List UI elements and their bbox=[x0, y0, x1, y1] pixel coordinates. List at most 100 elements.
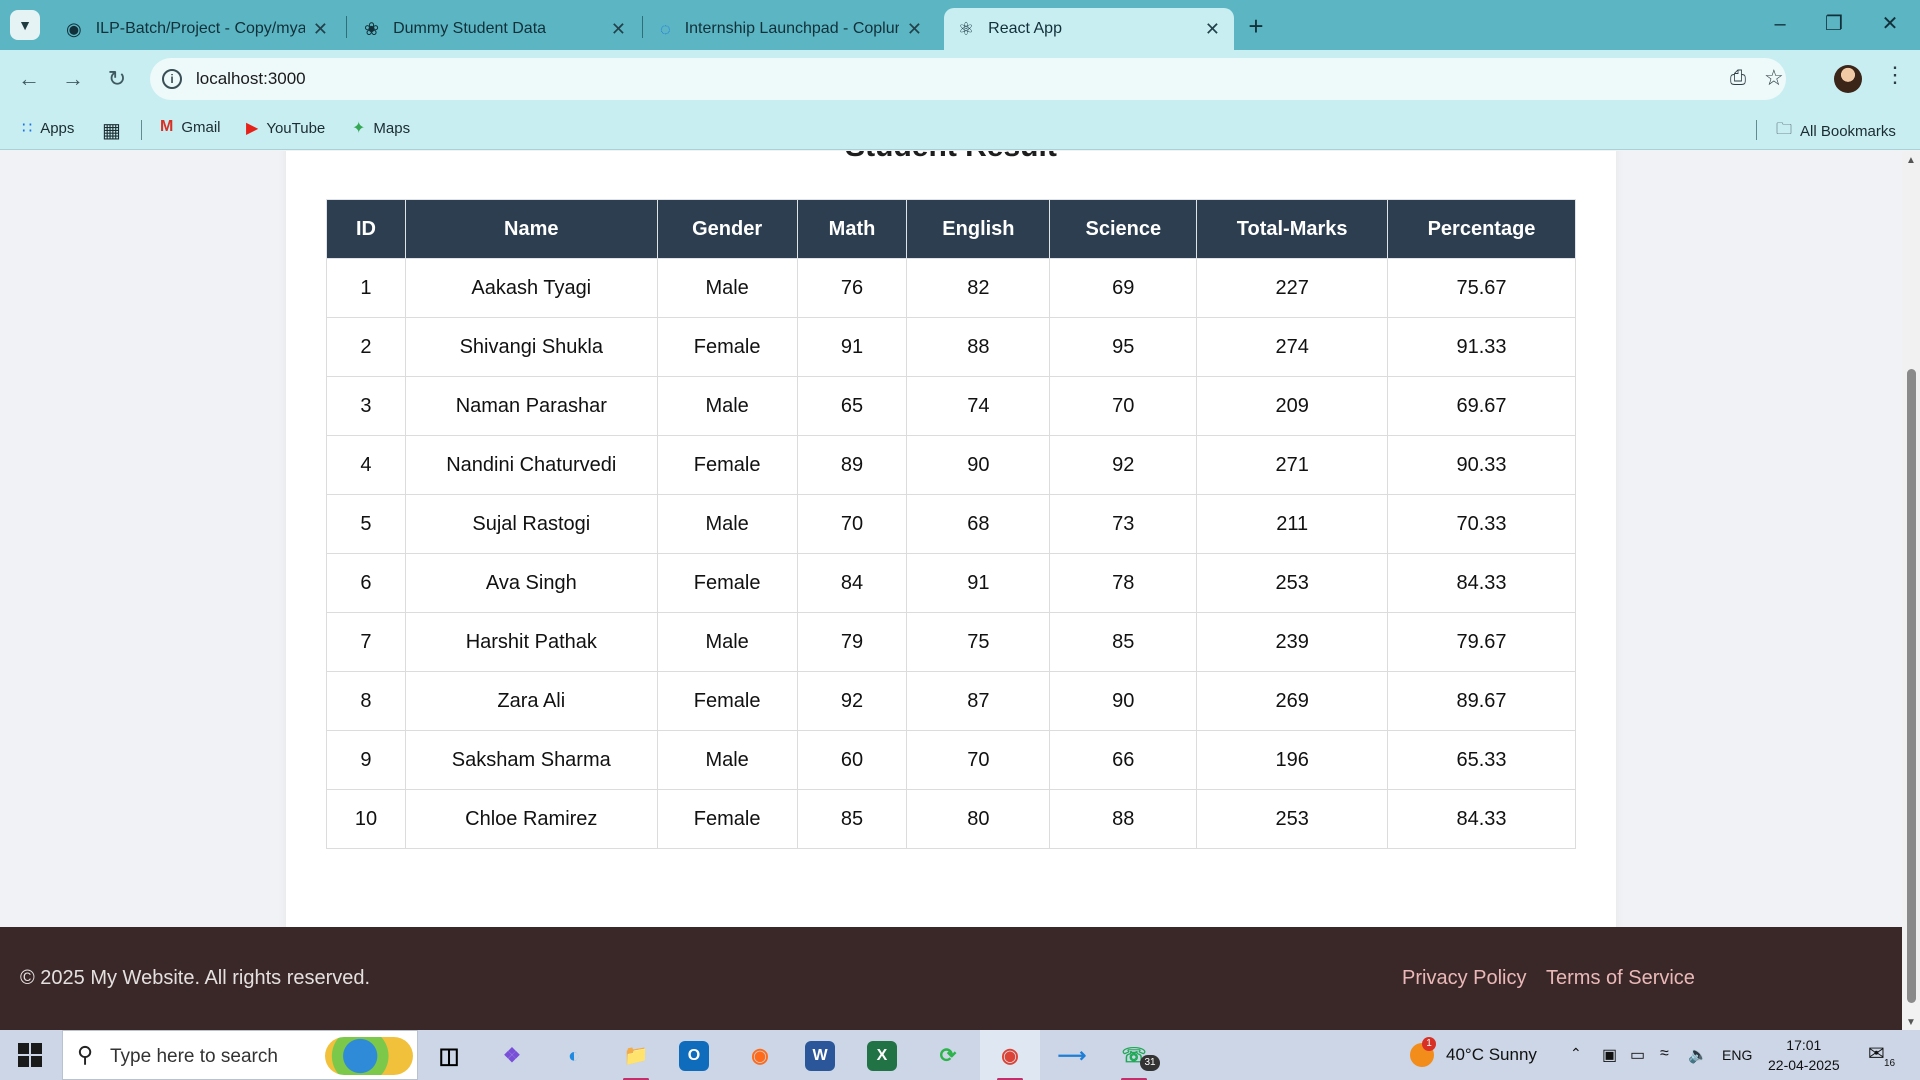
menu-dots-icon[interactable]: ⋮ bbox=[1884, 62, 1906, 88]
terms-of-service-link[interactable]: Terms of Service bbox=[1546, 967, 1695, 990]
table-cell: 65 bbox=[796, 376, 908, 436]
column-header-gender: Gender bbox=[656, 199, 798, 259]
table-cell: 9 bbox=[326, 730, 406, 790]
close-window-button[interactable]: ✕ bbox=[1862, 4, 1918, 44]
volume-icon[interactable]: 🔈 bbox=[1688, 1045, 1708, 1065]
table-cell: 211 bbox=[1196, 494, 1389, 554]
table-cell: 209 bbox=[1196, 376, 1389, 436]
bookmark-maps[interactable]: ✦ Maps bbox=[352, 118, 410, 138]
show-hidden-icons[interactable]: ⌃ bbox=[1570, 1045, 1582, 1062]
table-cell: Female bbox=[656, 435, 798, 495]
notification-count: 16 bbox=[1884, 1058, 1896, 1069]
table-cell: 95 bbox=[1049, 317, 1198, 377]
word-icon[interactable]: W bbox=[805, 1041, 835, 1071]
outlook-icon[interactable]: O bbox=[679, 1041, 709, 1071]
restore-button[interactable]: ❐ bbox=[1806, 4, 1862, 44]
table-cell: Female bbox=[656, 553, 798, 613]
meet-now-icon[interactable]: ▣ bbox=[1602, 1045, 1617, 1065]
column-header-name: Name bbox=[404, 199, 658, 259]
firefox-icon[interactable]: ◉ bbox=[741, 1037, 779, 1075]
refresh-app-icon[interactable]: ⟳ bbox=[929, 1037, 967, 1075]
tab-title: Internship Launchpad - Coplur bbox=[684, 20, 899, 37]
bookmark-star-icon[interactable]: ☆ bbox=[1764, 65, 1784, 91]
excel-icon[interactable]: X bbox=[867, 1041, 897, 1071]
task-view-icon[interactable]: ◫ bbox=[430, 1037, 468, 1075]
table-cell: 79 bbox=[796, 612, 908, 672]
install-app-icon[interactable]: ⎙ bbox=[1730, 67, 1746, 90]
tab-internship-launchpad[interactable]: ◌ Internship Launchpad - Coplur ✕ bbox=[646, 8, 936, 50]
taskbar-search-box[interactable]: ⚲ Type here to search bbox=[62, 1030, 418, 1080]
browser-toolbar: ← → ↻ i localhost:3000 ⎙ ☆ ⋮ bbox=[0, 50, 1920, 108]
bookmark-separator bbox=[1756, 120, 1757, 140]
new-tab-button[interactable]: + bbox=[1240, 10, 1272, 42]
youtube-icon: ▶ bbox=[246, 120, 259, 137]
tab-separator bbox=[346, 16, 347, 38]
tab-github[interactable]: ◉ ILP-Batch/Project - Copy/myapp ✕ bbox=[52, 8, 342, 50]
minimize-button[interactable]: – bbox=[1752, 4, 1808, 44]
profile-avatar[interactable] bbox=[1834, 65, 1862, 93]
table-cell: 84.33 bbox=[1387, 553, 1576, 613]
windows-start-button[interactable] bbox=[18, 1043, 42, 1067]
scrollbar-thumb[interactable] bbox=[1907, 369, 1916, 1003]
vscode-icon[interactable]: ⟶ bbox=[1053, 1037, 1091, 1075]
notifications-icon[interactable]: ✉ bbox=[1868, 1041, 1885, 1066]
table-cell: 66 bbox=[1049, 730, 1198, 790]
url-text[interactable]: localhost:3000 bbox=[196, 69, 306, 89]
page-scrollbar[interactable]: ▲ ▼ bbox=[1902, 151, 1920, 1030]
wifi-icon[interactable]: ≈ bbox=[1660, 1045, 1669, 1063]
clock-time: 17:01 bbox=[1786, 1037, 1822, 1053]
table-cell: 196 bbox=[1196, 730, 1389, 790]
table-cell: 84.33 bbox=[1387, 789, 1576, 849]
privacy-policy-link[interactable]: Privacy Policy bbox=[1402, 967, 1526, 990]
site-info-icon[interactable]: i bbox=[162, 69, 182, 89]
address-bar[interactable]: i localhost:3000 ⎙ ☆ bbox=[150, 58, 1786, 100]
table-cell: 76 bbox=[796, 258, 908, 318]
chrome-icon[interactable]: ◉ bbox=[991, 1037, 1029, 1080]
bookmark-apps[interactable]: ∷ Apps bbox=[22, 118, 74, 138]
language-indicator[interactable]: ENG bbox=[1722, 1047, 1752, 1063]
table-cell: Shivangi Shukla bbox=[404, 317, 658, 377]
file-explorer-icon[interactable]: 📁 bbox=[617, 1037, 655, 1080]
battery-icon[interactable]: ▭ bbox=[1630, 1045, 1645, 1065]
edge-icon[interactable]: ◐ bbox=[555, 1037, 593, 1075]
bookmark-youtube[interactable]: ▶ YouTube bbox=[246, 118, 325, 138]
footer-copyright: © 2025 My Website. All rights reserved. bbox=[20, 967, 371, 989]
table-cell: 60 bbox=[796, 730, 908, 790]
tab-title: Dummy Student Data bbox=[393, 20, 547, 37]
bookmark-grid[interactable]: ▦ bbox=[102, 118, 129, 143]
table-cell: Saksham Sharma bbox=[404, 730, 658, 790]
copilot-icon[interactable]: ❖ bbox=[493, 1037, 531, 1075]
close-icon[interactable]: ✕ bbox=[907, 19, 922, 40]
column-header-science: Science bbox=[1049, 199, 1198, 259]
tab-dummy-student-data[interactable]: ❀ Dummy Student Data ✕ bbox=[350, 8, 640, 50]
table-cell: 70 bbox=[796, 494, 908, 554]
system-clock[interactable]: 17:01 22-04-2025 bbox=[1768, 1035, 1840, 1075]
table-cell: 74 bbox=[906, 376, 1051, 436]
all-bookmarks[interactable]: 🗀 All Bookmarks bbox=[1776, 118, 1896, 145]
loading-icon: ◌ bbox=[660, 18, 671, 39]
close-icon[interactable]: ✕ bbox=[611, 19, 626, 40]
table-cell: 239 bbox=[1196, 612, 1389, 672]
grid-icon: ▦ bbox=[102, 120, 121, 142]
scroll-down-icon[interactable]: ▼ bbox=[1906, 1017, 1916, 1028]
close-icon[interactable]: ✕ bbox=[313, 19, 328, 40]
search-icon: ⚲ bbox=[77, 1042, 94, 1067]
folder-icon: 🗀 bbox=[1776, 121, 1793, 138]
bookmark-label: Gmail bbox=[181, 118, 221, 136]
close-icon[interactable]: ✕ bbox=[1205, 19, 1220, 40]
table-cell: Male bbox=[656, 258, 798, 318]
github-icon: ◉ bbox=[66, 18, 82, 39]
tab-search-button[interactable]: ▼ bbox=[10, 10, 40, 40]
bookmarks-bar: ∷ Apps ▦ M Gmail ▶ YouTube ✦ Maps 🗀 All … bbox=[0, 108, 1920, 150]
table-cell: 90 bbox=[1049, 671, 1198, 731]
bookmark-label: Maps bbox=[373, 119, 411, 137]
scroll-up-icon[interactable]: ▲ bbox=[1906, 155, 1916, 166]
weather-text[interactable]: 40°C Sunny bbox=[1446, 1045, 1537, 1065]
reload-icon[interactable]: ↻ bbox=[102, 64, 132, 94]
table-row: 9 Saksham Sharma Male 60 70 66 196 65.33 bbox=[326, 730, 1576, 790]
bookmark-gmail[interactable]: M Gmail bbox=[160, 118, 221, 136]
forward-arrow-icon[interactable]: → bbox=[58, 64, 88, 94]
tab-react-app[interactable]: ⚛ React App ✕ bbox=[944, 8, 1234, 50]
table-cell: 89.67 bbox=[1387, 671, 1576, 731]
back-arrow-icon[interactable]: ← bbox=[14, 64, 44, 94]
